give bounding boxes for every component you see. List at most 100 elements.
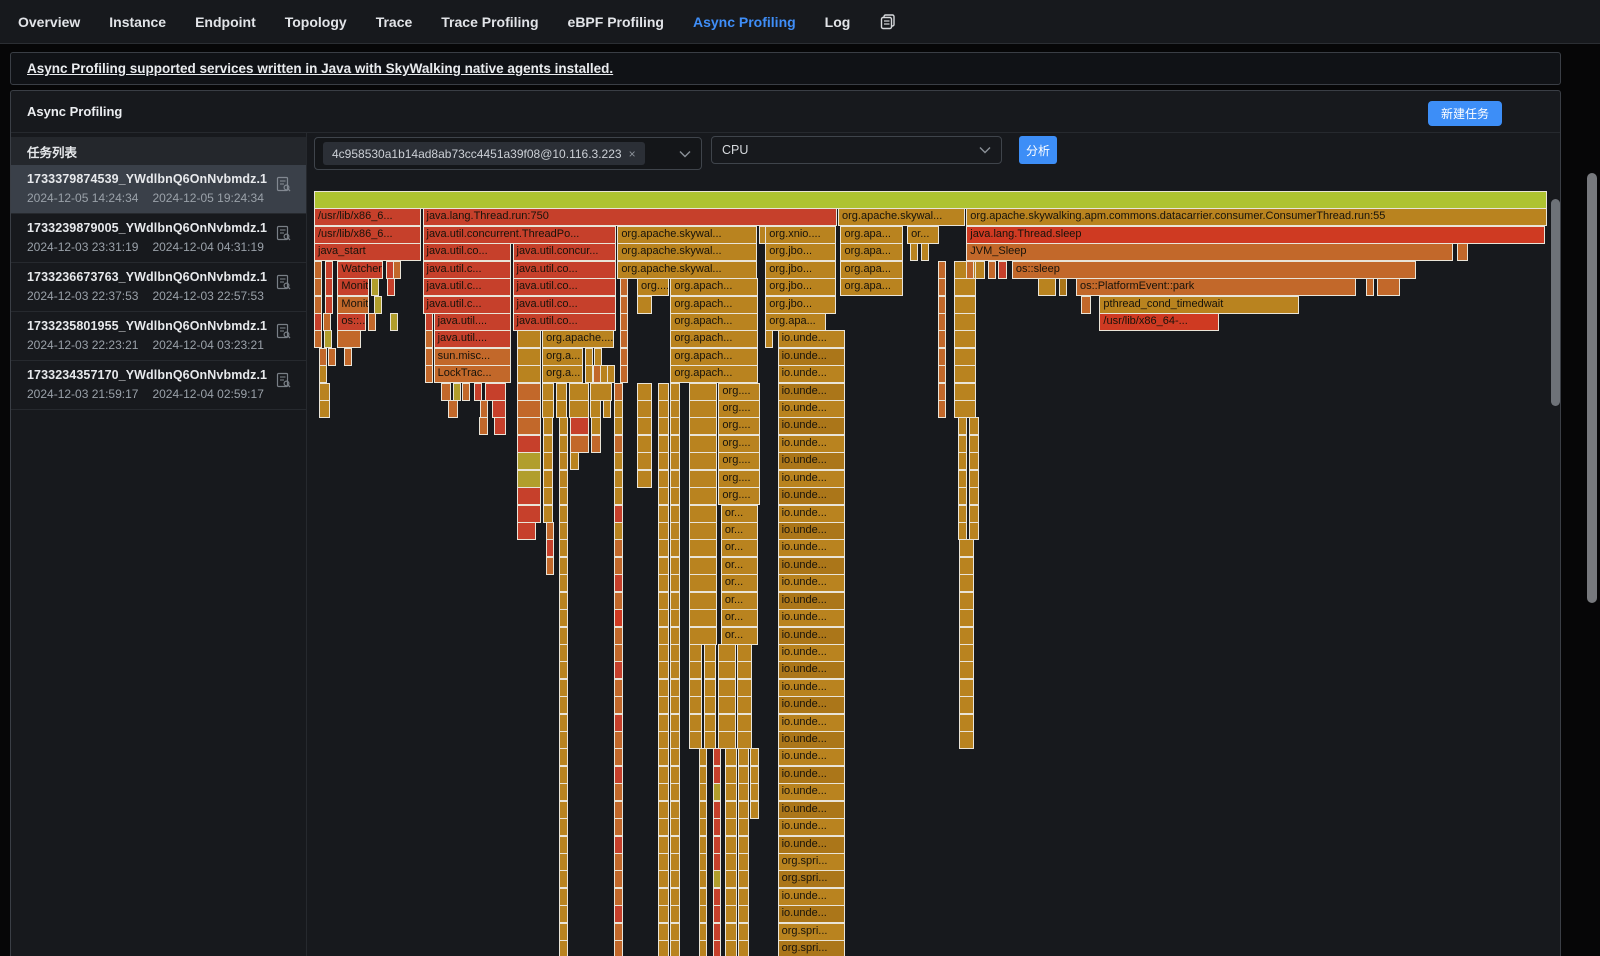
nav-item-topology[interactable]: Topology [285, 14, 347, 30]
flame-frame[interactable] [959, 696, 974, 714]
event-type-select[interactable]: CPU [711, 136, 1002, 164]
flame-frame[interactable]: io.unde... [778, 748, 846, 766]
flame-frame[interactable]: org.apa... [840, 278, 903, 296]
flame-frame[interactable]: org.apache.... [542, 330, 614, 348]
flame-frame[interactable] [718, 731, 735, 749]
flame-frame[interactable] [699, 888, 708, 906]
flame-frame[interactable] [324, 330, 332, 348]
flame-frame[interactable] [725, 853, 737, 871]
flame-frame[interactable] [938, 278, 946, 296]
flame-frame[interactable] [614, 574, 624, 592]
flame-frame[interactable] [725, 923, 737, 941]
flame-frame[interactable] [559, 836, 568, 854]
flame-frame[interactable] [658, 383, 669, 401]
flame-frame[interactable]: org.apach... [670, 313, 758, 331]
flame-frame[interactable] [738, 870, 749, 888]
flame-frame[interactable] [559, 452, 568, 470]
flame-frame[interactable]: io.unde... [778, 905, 846, 923]
nav-item-log[interactable]: Log [825, 14, 851, 30]
flame-frame[interactable] [938, 348, 946, 366]
flame-frame[interactable] [689, 679, 703, 697]
flame-frame[interactable] [689, 661, 703, 679]
flame-frame[interactable] [559, 748, 568, 766]
flame-frame[interactable]: pthread_cond_timedwait [1099, 296, 1299, 314]
flame-frame[interactable] [319, 383, 330, 401]
flame-frame[interactable]: org.apa... [840, 226, 903, 244]
flame-frame[interactable]: org.apa... [765, 313, 825, 331]
flame-frame[interactable] [958, 435, 968, 453]
flame-frame[interactable] [614, 661, 624, 679]
flame-frame[interactable]: org.apache.skywal... [617, 261, 756, 279]
flame-frame[interactable] [374, 296, 382, 314]
flame-frame[interactable] [614, 452, 624, 470]
flame-frame[interactable] [658, 644, 669, 662]
flame-frame[interactable]: io.unde... [778, 435, 846, 453]
flame-frame[interactable] [371, 278, 379, 296]
flame-frame[interactable]: sun.misc... [434, 348, 512, 366]
flame-frame[interactable] [969, 487, 979, 505]
flame-frame[interactable] [750, 748, 759, 766]
task-list-item[interactable]: 1733236673763_YWdlbnQ6OnNvbmdz.12024-12-… [11, 263, 306, 312]
flame-frame[interactable]: java.util.co... [513, 261, 617, 279]
nav-item-instance[interactable]: Instance [109, 14, 166, 30]
flame-frame[interactable] [718, 679, 735, 697]
flame-frame[interactable] [966, 261, 974, 279]
flame-frame[interactable] [658, 574, 669, 592]
flame-frame[interactable] [938, 365, 946, 383]
flame-frame[interactable] [969, 435, 979, 453]
flame-frame[interactable] [738, 783, 749, 801]
flame-frame[interactable] [670, 818, 680, 836]
task-list-item[interactable]: 1733239879005_YWdlbnQ6OnNvbmdz.12024-12-… [11, 214, 306, 263]
flame-frame[interactable] [614, 748, 624, 766]
flame-frame[interactable] [559, 731, 568, 749]
flame-frame[interactable] [670, 435, 680, 453]
flame-frame[interactable]: java.util.c... [423, 296, 512, 314]
flame-frame[interactable]: org.spri... [778, 870, 846, 888]
flame-frame[interactable] [585, 348, 593, 366]
flame-frame[interactable] [658, 888, 669, 906]
instance-select[interactable]: 4c958530a1b14ad8ab73cc4451a39f08@10.116.… [314, 137, 702, 170]
flame-frame[interactable]: org.spri... [778, 923, 846, 941]
flame-frame[interactable] [559, 905, 568, 923]
flame-frame[interactable] [559, 470, 568, 488]
flame-frame[interactable] [958, 470, 968, 488]
flame-frame[interactable] [699, 870, 708, 888]
flame-frame[interactable] [670, 714, 680, 732]
flame-frame[interactable] [559, 661, 568, 679]
flame-frame[interactable] [614, 731, 624, 749]
flame-frame[interactable]: os::sleep [1012, 261, 1416, 279]
flame-frame[interactable] [546, 522, 554, 540]
flame-frame[interactable] [689, 452, 717, 470]
flame-frame[interactable] [670, 836, 680, 854]
task-list-item[interactable]: 1733379874539_YWdlbnQ6OnNvbmdz.12024-12-… [11, 165, 306, 214]
flame-frame[interactable]: java.util.c... [423, 278, 512, 296]
flame-frame[interactable] [699, 748, 708, 766]
flame-frame[interactable] [614, 870, 624, 888]
flame-frame[interactable] [614, 417, 624, 435]
flame-frame[interactable] [969, 452, 979, 470]
nav-item-async-profiling[interactable]: Async Profiling [693, 14, 796, 30]
flame-frame[interactable] [750, 766, 759, 784]
flame-frame[interactable] [559, 783, 568, 801]
flame-frame[interactable]: java.util.c... [423, 261, 512, 279]
flame-frame[interactable] [658, 696, 669, 714]
new-task-button[interactable]: 新建任务 [1428, 101, 1502, 126]
flame-frame[interactable] [713, 801, 721, 819]
flame-frame[interactable] [658, 452, 669, 470]
nav-item-endpoint[interactable]: Endpoint [195, 14, 256, 30]
flame-frame[interactable]: org.a... [542, 348, 583, 366]
flame-frame[interactable] [614, 766, 624, 784]
flame-frame[interactable] [1366, 278, 1374, 296]
flame-frame[interactable] [699, 783, 708, 801]
flame-frame[interactable] [689, 400, 717, 418]
nav-item-trace[interactable]: Trace [376, 14, 413, 30]
flame-frame[interactable]: org.apach... [670, 296, 758, 314]
flame-frame[interactable] [556, 383, 567, 401]
flame-frame[interactable] [314, 191, 1547, 209]
flame-frame[interactable] [718, 661, 735, 679]
flame-frame[interactable] [689, 505, 717, 523]
flame-frame[interactable]: java.util.... [434, 330, 512, 348]
flame-frame[interactable] [699, 905, 708, 923]
flame-frame[interactable] [390, 313, 398, 331]
flame-frame[interactable] [658, 539, 669, 557]
